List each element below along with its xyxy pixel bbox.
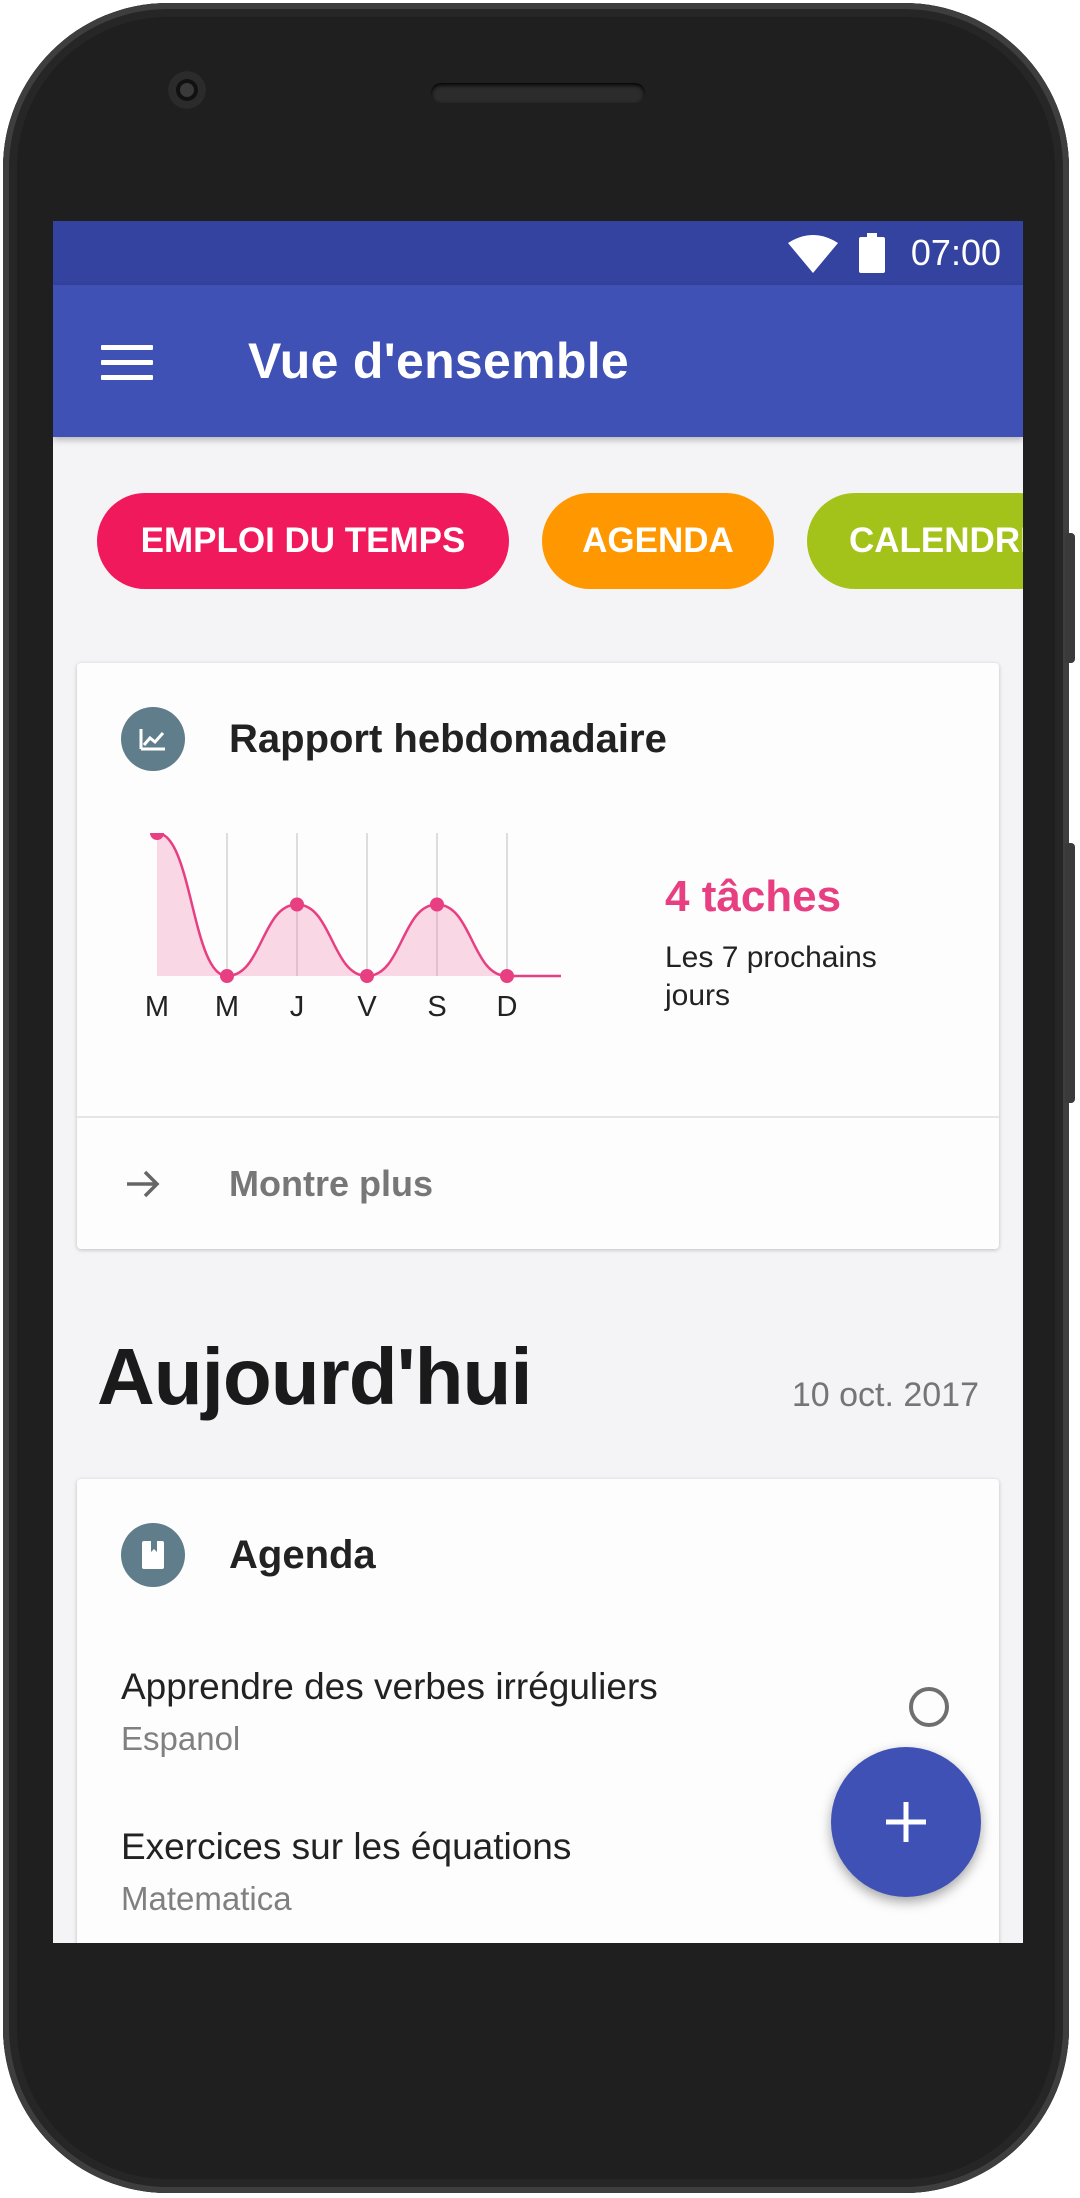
x-tick-label: J bbox=[290, 991, 305, 1023]
earpiece-speaker bbox=[431, 83, 645, 103]
x-tick-label: V bbox=[357, 991, 377, 1023]
book-icon bbox=[121, 1523, 185, 1587]
weekly-chart: MMJVSDL bbox=[145, 833, 561, 1023]
tasks-count: 4 tâches bbox=[665, 872, 842, 921]
task-checkbox-icon[interactable] bbox=[909, 1687, 949, 1727]
x-tick-label: M bbox=[145, 991, 169, 1023]
power-button bbox=[1065, 533, 1075, 663]
chart-line bbox=[156, 833, 561, 978]
app-title: Vue d'ensemble bbox=[248, 333, 630, 389]
tasks-subtitle: Les 7 prochains jours bbox=[665, 941, 877, 1012]
arrow-right-icon bbox=[127, 1170, 160, 1198]
screen: 07:00 Vue d'ensemble EMPLOI DU TEMPS AGE… bbox=[53, 221, 1023, 1943]
app-bar: Vue d'ensemble bbox=[53, 285, 1023, 437]
task-title: Apprendre des verbes irréguliers bbox=[121, 1666, 658, 1707]
show-more-button[interactable]: Montre plus bbox=[77, 1118, 999, 1249]
chart-point bbox=[220, 969, 234, 983]
x-tick-label: M bbox=[215, 991, 239, 1023]
menu-icon[interactable] bbox=[101, 345, 153, 381]
today-heading: Aujourd'hui bbox=[97, 1332, 533, 1421]
chip-emploi-du-temps[interactable]: EMPLOI DU TEMPS bbox=[97, 493, 509, 589]
agenda-task[interactable]: Exercices sur les équations Matematica bbox=[121, 1825, 571, 1919]
plus-icon bbox=[886, 1802, 926, 1842]
task-title: Exercices sur les équations bbox=[121, 1826, 572, 1867]
chart-area bbox=[157, 833, 561, 976]
x-tick-label: D bbox=[497, 991, 518, 1023]
task-subject: Matematica bbox=[121, 1880, 292, 1917]
chart-point bbox=[430, 897, 444, 912]
chip-calendrier[interactable]: CALENDRIER bbox=[807, 493, 1023, 589]
chip-agenda[interactable]: AGENDA bbox=[542, 493, 774, 589]
wifi-icon bbox=[788, 235, 838, 273]
chart-point bbox=[360, 969, 374, 983]
category-chips: EMPLOI DU TEMPS AGENDA CALENDRIER bbox=[53, 493, 1023, 593]
volume-button bbox=[1065, 843, 1075, 1103]
x-tick-label: S bbox=[427, 991, 446, 1023]
add-button[interactable] bbox=[831, 1747, 981, 1897]
card-title: Agenda bbox=[229, 1533, 376, 1577]
battery-icon bbox=[859, 233, 885, 273]
show-more-label: Montre plus bbox=[229, 1163, 433, 1204]
chart-point bbox=[290, 897, 304, 912]
front-camera bbox=[168, 71, 206, 109]
today-date: 10 oct. 2017 bbox=[791, 1376, 979, 1414]
weekly-report-card: Rapport hebdomadaire MMJVSDL 4 tâches Le… bbox=[77, 663, 999, 1249]
task-subject: Espanol bbox=[121, 1720, 241, 1757]
phone-frame: 07:00 Vue d'ensemble EMPLOI DU TEMPS AGE… bbox=[3, 3, 1075, 2193]
chart-icon bbox=[121, 707, 185, 771]
status-bar: 07:00 bbox=[53, 221, 1023, 285]
agenda-task[interactable]: Apprendre des verbes irréguliers Espanol bbox=[121, 1665, 658, 1759]
chart-point bbox=[500, 969, 514, 983]
status-time: 07:00 bbox=[910, 232, 1001, 273]
card-title: Rapport hebdomadaire bbox=[229, 717, 667, 761]
